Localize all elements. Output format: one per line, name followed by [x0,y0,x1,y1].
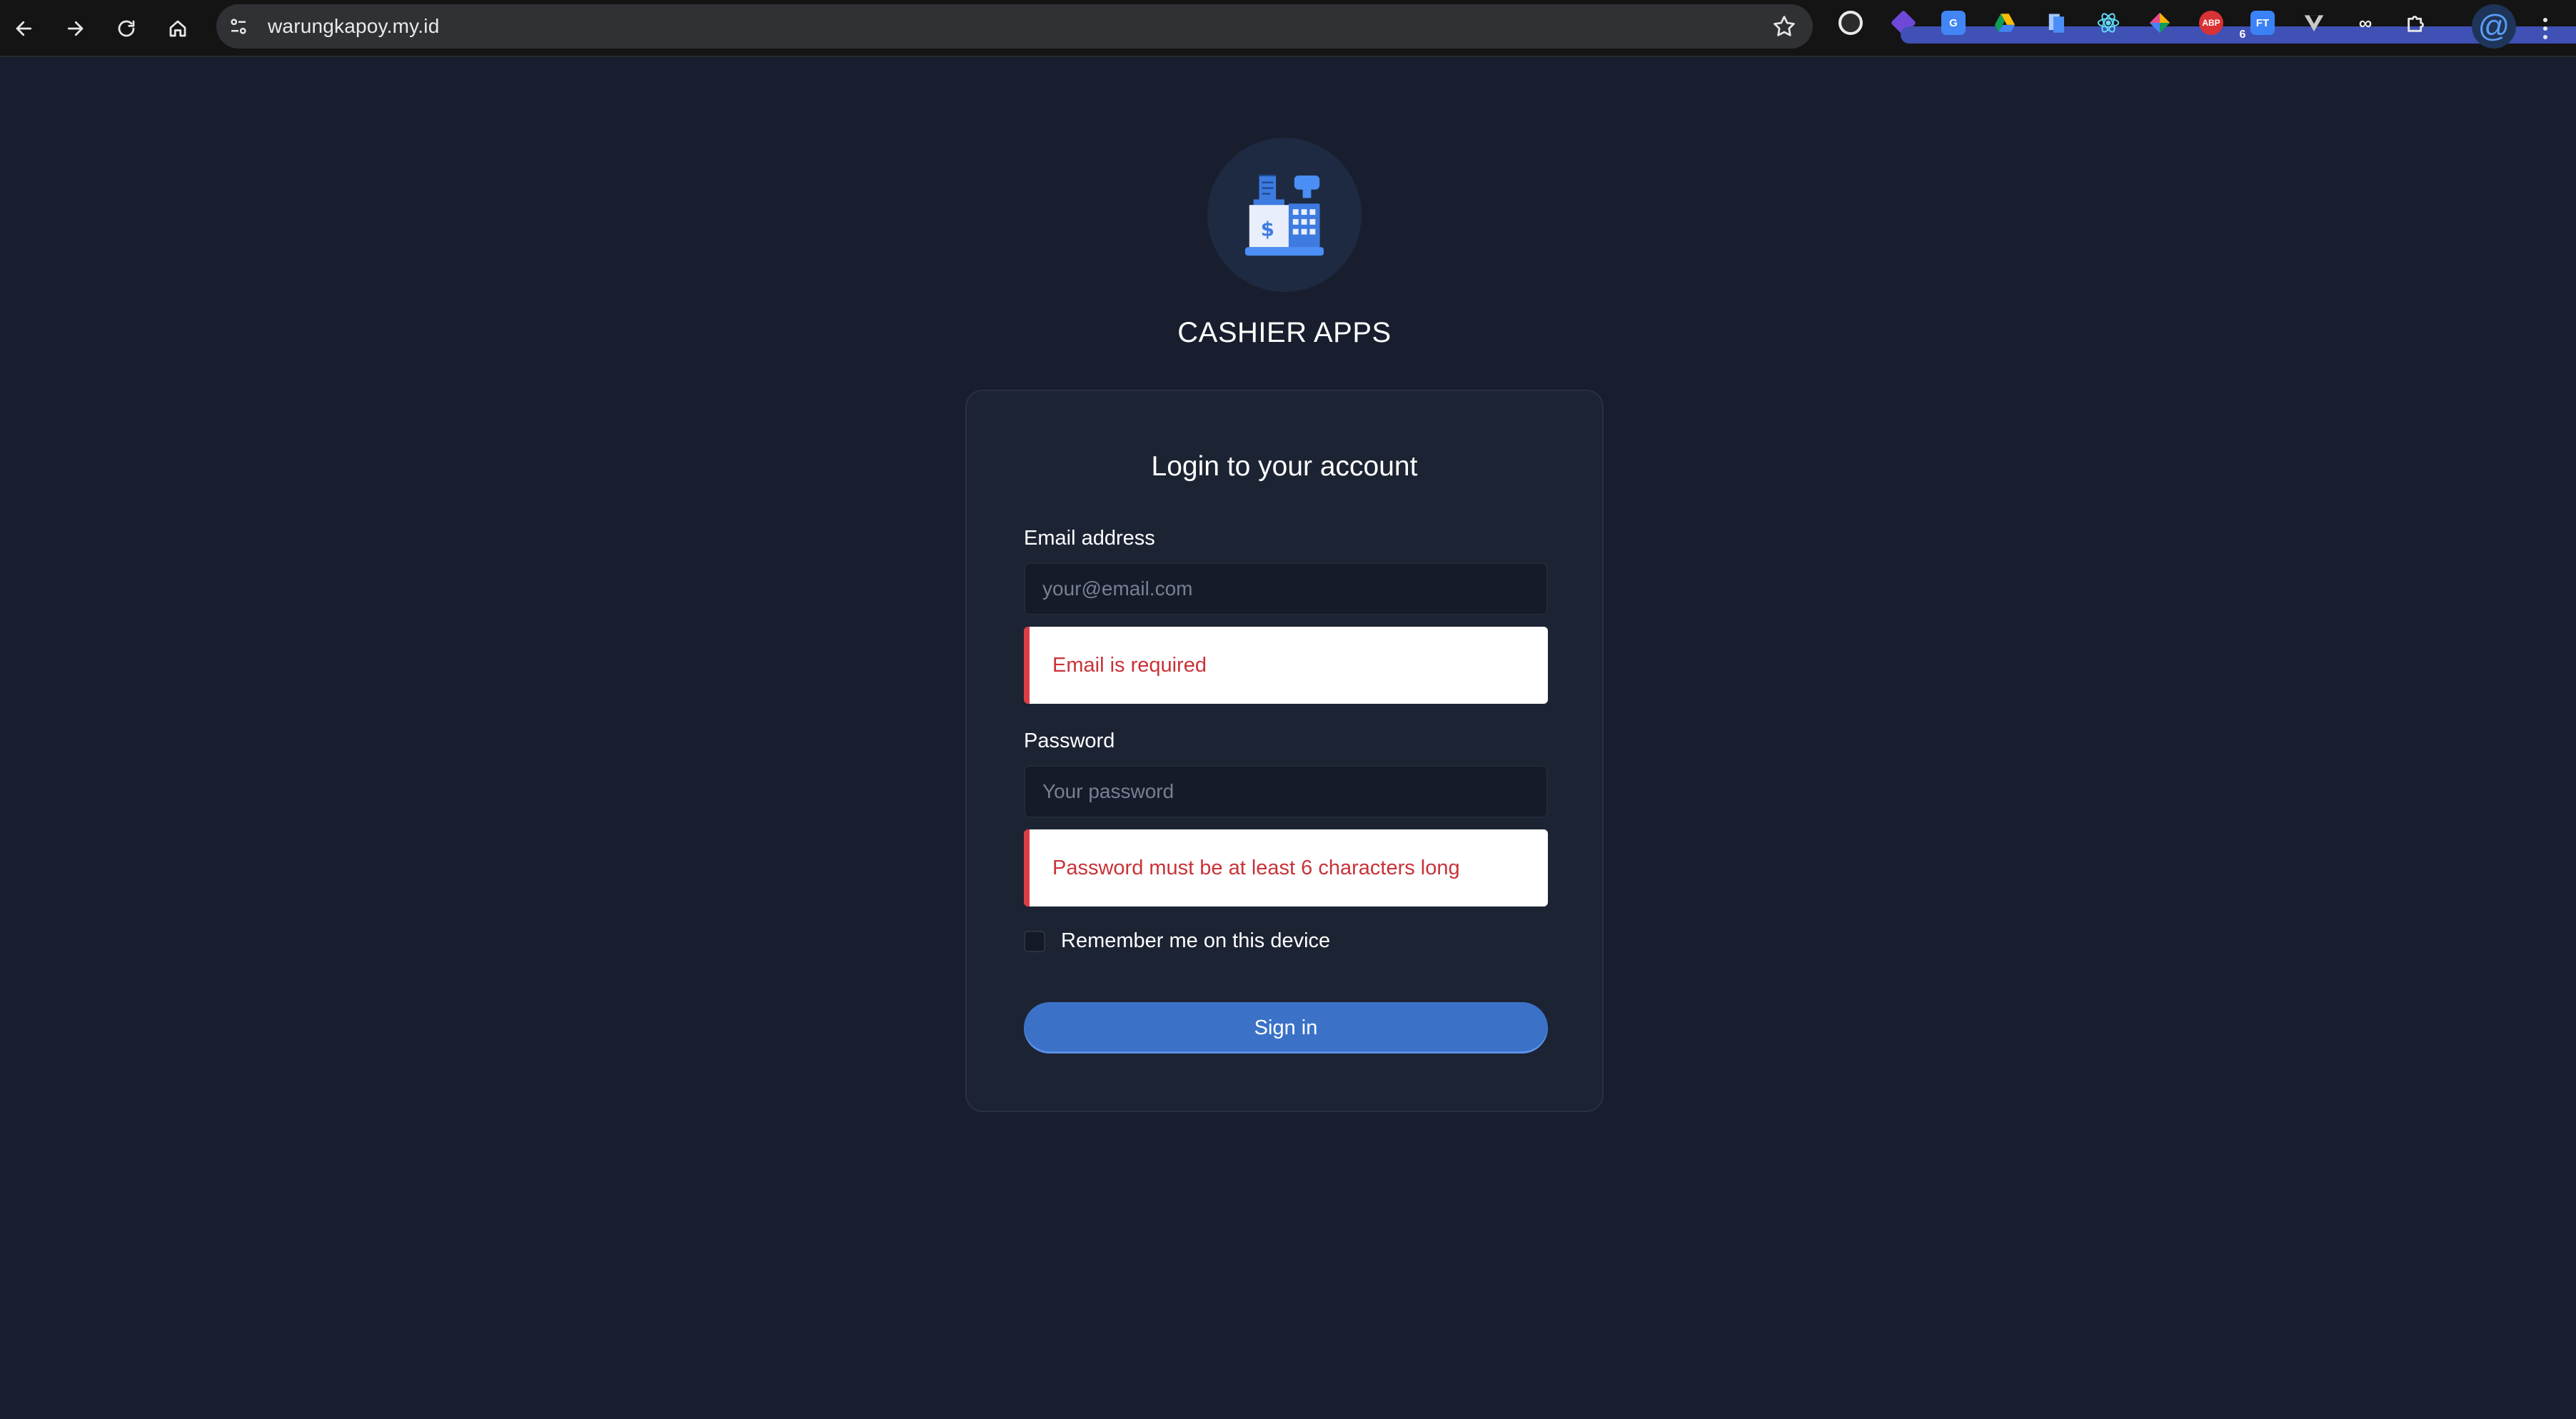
arrow-left-icon [16,21,32,36]
remember-me-checkbox[interactable] [1024,930,1045,952]
reload-icon [118,20,135,37]
password-label: Password [1024,729,1115,752]
more-menu-icon[interactable] [2533,10,2557,47]
url-text: warungkapoy.my.id [268,15,440,37]
svg-text:$: $ [1261,218,1274,241]
site-settings-icon[interactable] [226,14,251,39]
vue-devtools-icon[interactable] [2302,11,2326,35]
password-error-alert: Password must be at least 6 characters l… [1024,829,1548,907]
remember-me-row[interactable]: Remember me on this device [1024,929,1330,953]
react-devtools-icon[interactable] [2096,11,2120,35]
docs-icon[interactable] [2045,11,2069,35]
email-label: Email address [1024,527,1155,550]
app-title: CASHIER APPS [1177,317,1392,348]
email-field[interactable] [1024,562,1548,615]
login-heading: Login to your account [1151,451,1418,482]
browser-toolbar: warungkapoy.my.id 6 G ABP FT ∞ @ [0,0,2576,57]
translate-icon[interactable]: G [1941,11,1966,35]
reload-button[interactable] [106,9,146,49]
home-button[interactable] [158,9,198,49]
color-circle-icon[interactable] [1838,11,1863,35]
home-icon [169,20,186,37]
login-card: Login to your account Email address Emai… [965,390,1604,1112]
bookmark-star-icon[interactable] [1771,14,1797,39]
cash-register-icon: $ [1244,174,1324,256]
email-error-alert: Email is required [1024,627,1548,704]
remember-me-label[interactable]: Remember me on this device [1061,929,1330,953]
arrow-right-icon [67,21,84,36]
puzzle-icon[interactable] [2405,11,2429,35]
address-bar[interactable]: warungkapoy.my.id [216,4,1813,49]
adblock-plus-icon[interactable]: ABP [2199,11,2223,35]
color-picker-icon[interactable] [2148,11,2172,35]
ft-icon[interactable]: FT [2250,11,2275,35]
back-button[interactable] [4,9,44,49]
password-field[interactable] [1024,765,1548,818]
infinity-icon[interactable]: ∞ [2353,11,2378,35]
forward-button[interactable] [55,9,95,49]
google-drive-icon[interactable] [1993,11,2017,35]
profile-avatar-icon[interactable]: @ [2472,4,2516,49]
app-logo: $ [1207,138,1362,292]
sign-in-button[interactable]: Sign in [1024,1002,1548,1054]
